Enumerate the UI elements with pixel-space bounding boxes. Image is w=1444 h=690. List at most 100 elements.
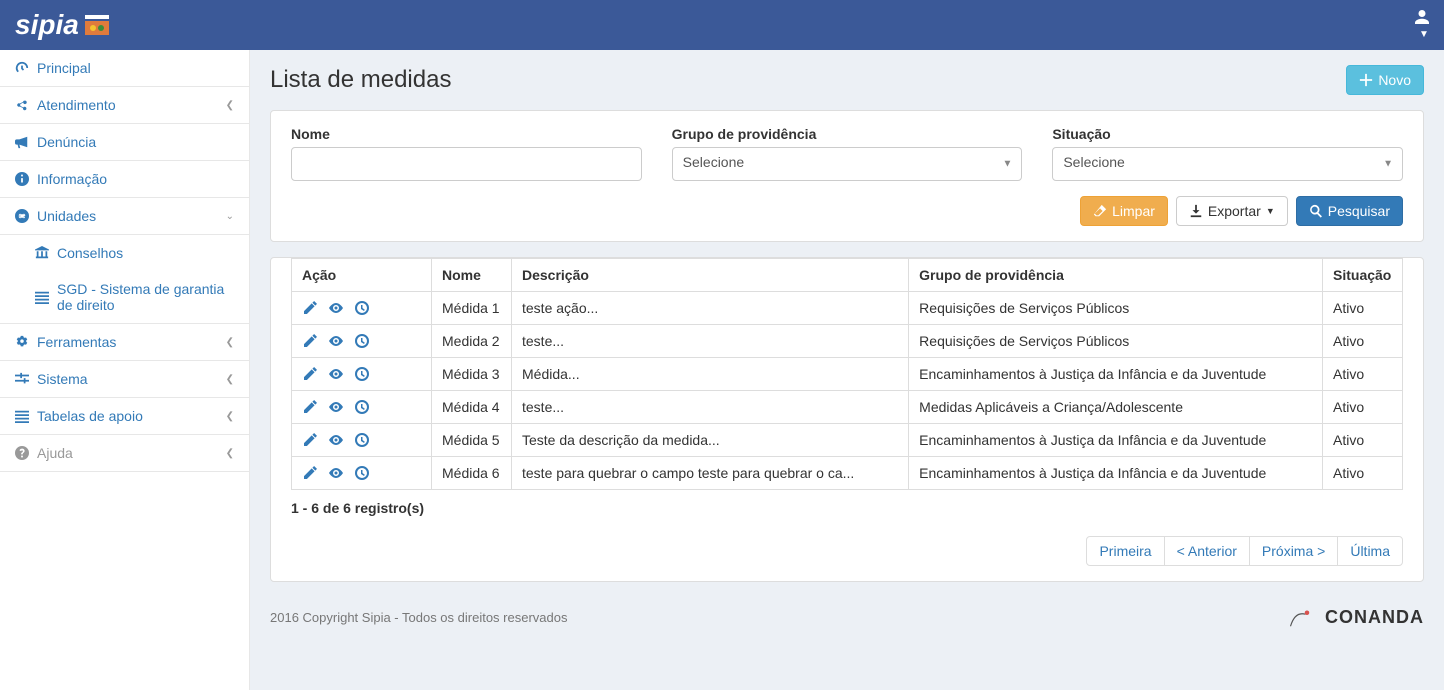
eye-icon xyxy=(328,300,344,316)
cell-situacao: Ativo xyxy=(1323,457,1403,490)
situacao-label: Situação xyxy=(1052,126,1403,142)
nav-sistema[interactable]: Sistema ❮ xyxy=(0,361,249,398)
eye-icon xyxy=(328,432,344,448)
edit-action[interactable] xyxy=(302,333,318,349)
novo-button[interactable]: Novo xyxy=(1346,65,1424,95)
plus-icon xyxy=(1359,73,1373,87)
nav-atendimento[interactable]: Atendimento ❮ xyxy=(0,87,249,124)
view-action[interactable] xyxy=(328,300,344,316)
exportar-button[interactable]: Exportar ▼ xyxy=(1176,196,1288,226)
info-icon xyxy=(15,172,29,186)
pencil-icon xyxy=(302,465,318,481)
list-icon xyxy=(15,409,29,423)
nav-principal[interactable]: Principal xyxy=(0,50,249,87)
eye-icon xyxy=(328,333,344,349)
page-prev[interactable]: < Anterior xyxy=(1164,536,1250,566)
nav-denuncia[interactable]: Denúncia xyxy=(0,124,249,161)
clock-icon xyxy=(354,333,370,349)
edit-action[interactable] xyxy=(302,366,318,382)
pencil-icon xyxy=(302,366,318,382)
topbar: sipia ▼ xyxy=(0,0,1444,50)
edit-action[interactable] xyxy=(302,399,318,415)
nav-label: Atendimento xyxy=(37,97,116,113)
cell-nome: Medida 2 xyxy=(432,325,512,358)
edit-action[interactable] xyxy=(302,300,318,316)
nav-sgd[interactable]: SGD - Sistema de garantia de direito xyxy=(0,271,249,323)
pesquisar-button[interactable]: Pesquisar xyxy=(1296,196,1403,226)
nav-tabelas[interactable]: Tabelas de apoio ❮ xyxy=(0,398,249,435)
nome-label: Nome xyxy=(291,126,642,142)
edit-action[interactable] xyxy=(302,432,318,448)
button-label: Limpar xyxy=(1112,203,1155,219)
page-first[interactable]: Primeira xyxy=(1086,536,1164,566)
pencil-icon xyxy=(302,432,318,448)
nome-input[interactable] xyxy=(291,147,642,181)
edit-action[interactable] xyxy=(302,465,318,481)
table-row: Médida 1 teste ação... Requisições de Se… xyxy=(292,292,1403,325)
eye-icon xyxy=(328,399,344,415)
view-action[interactable] xyxy=(328,399,344,415)
history-action[interactable] xyxy=(354,432,370,448)
cell-situacao: Ativo xyxy=(1323,391,1403,424)
cell-descricao: teste... xyxy=(512,391,909,424)
th-grupo: Grupo de providência xyxy=(909,259,1323,292)
cell-situacao: Ativo xyxy=(1323,358,1403,391)
clock-icon xyxy=(354,399,370,415)
nav-ferramentas[interactable]: Ferramentas ❮ xyxy=(0,323,249,361)
view-action[interactable] xyxy=(328,465,344,481)
logo-text: sipia xyxy=(15,9,79,41)
grupo-select[interactable]: Selecione xyxy=(672,147,1023,181)
nav-label: Sistema xyxy=(37,371,88,387)
history-action[interactable] xyxy=(354,333,370,349)
search-icon xyxy=(1309,204,1323,218)
results-panel: Ação Nome Descrição Grupo de providência… xyxy=(270,257,1424,582)
list-icon xyxy=(35,290,49,304)
cell-nome: Médida 4 xyxy=(432,391,512,424)
user-icon xyxy=(1415,10,1429,24)
cell-descricao: teste ação... xyxy=(512,292,909,325)
pencil-icon xyxy=(302,399,318,415)
copyright: 2016 Copyright Sipia - Todos os direitos… xyxy=(270,610,567,625)
limpar-button[interactable]: Limpar xyxy=(1080,196,1168,226)
history-action[interactable] xyxy=(354,300,370,316)
results-table: Ação Nome Descrição Grupo de providência… xyxy=(291,258,1403,490)
th-situacao: Situação xyxy=(1323,259,1403,292)
button-label: Exportar xyxy=(1208,203,1261,219)
clock-icon xyxy=(354,366,370,382)
download-icon xyxy=(1189,204,1203,218)
view-action[interactable] xyxy=(328,432,344,448)
grupo-label: Grupo de providência xyxy=(672,126,1023,142)
clock-icon xyxy=(354,300,370,316)
user-menu[interactable]: ▼ xyxy=(1415,10,1429,40)
history-action[interactable] xyxy=(354,366,370,382)
eye-icon xyxy=(328,465,344,481)
history-action[interactable] xyxy=(354,399,370,415)
select-placeholder: Selecione xyxy=(1063,154,1125,170)
view-action[interactable] xyxy=(328,366,344,382)
select-placeholder: Selecione xyxy=(683,154,745,170)
table-row: Médida 3 Médida... Encaminhamentos à Jus… xyxy=(292,358,1403,391)
caret-down-icon: ▼ xyxy=(1266,206,1275,216)
chevron-left-icon: ❮ xyxy=(226,411,234,422)
arrows-icon xyxy=(15,209,29,223)
page-next[interactable]: Próxima > xyxy=(1249,536,1338,566)
nav-ajuda[interactable]: Ajuda ❮ xyxy=(0,435,249,472)
nav-label: SGD - Sistema de garantia de direito xyxy=(57,281,234,313)
nav-conselhos[interactable]: Conselhos xyxy=(0,235,249,271)
nav-unidades[interactable]: Unidades ⌄ xyxy=(0,198,249,235)
view-action[interactable] xyxy=(328,333,344,349)
page-last[interactable]: Última xyxy=(1337,536,1403,566)
filter-panel: Nome Grupo de providência Selecione ▼ Si… xyxy=(270,110,1424,242)
chevron-left-icon: ❮ xyxy=(226,100,234,111)
table-row: Médida 4 teste... Medidas Aplicáveis a C… xyxy=(292,391,1403,424)
nav-label: Denúncia xyxy=(37,134,96,150)
table-row: Médida 6 teste para quebrar o campo test… xyxy=(292,457,1403,490)
nav-informacao[interactable]: Informação xyxy=(0,161,249,198)
table-row: Médida 5 Teste da descrição da medida...… xyxy=(292,424,1403,457)
share-icon xyxy=(15,98,29,112)
situacao-select[interactable]: Selecione xyxy=(1052,147,1403,181)
history-action[interactable] xyxy=(354,465,370,481)
caret-down-icon: ▼ xyxy=(1419,29,1429,40)
cogs-icon xyxy=(15,335,29,349)
logo[interactable]: sipia xyxy=(15,9,111,41)
